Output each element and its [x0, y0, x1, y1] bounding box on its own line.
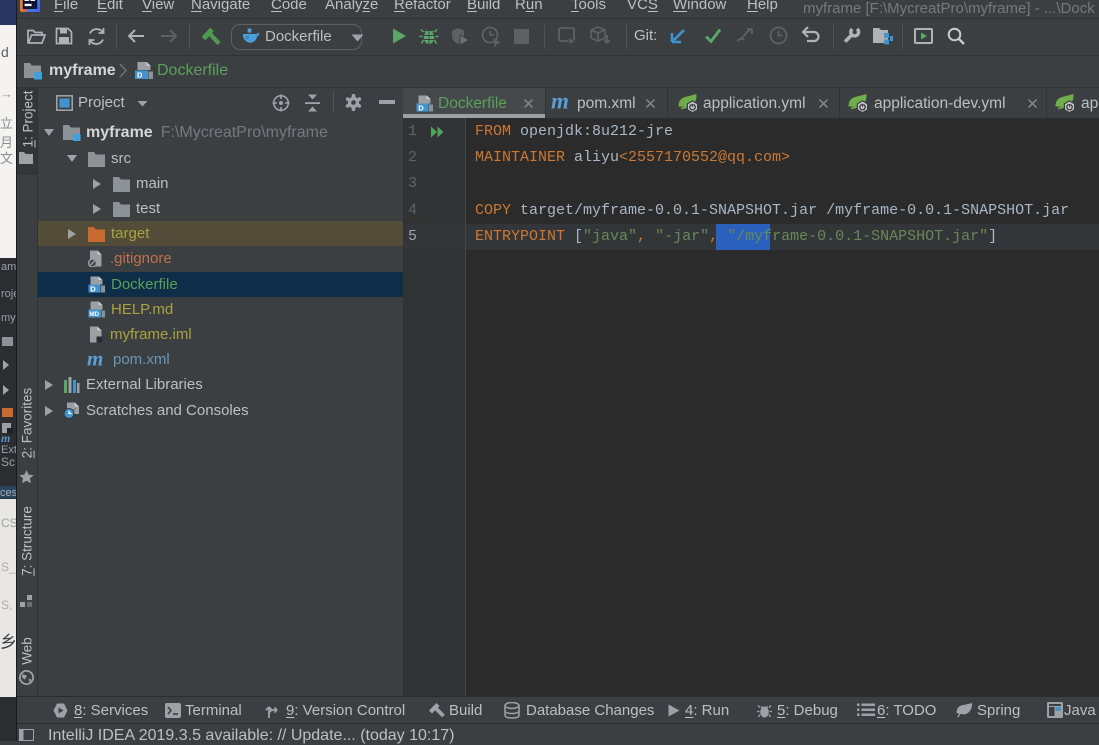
svg-text:m: m: [551, 93, 569, 112]
svg-text:D: D: [418, 103, 424, 112]
svg-text:m: m: [87, 352, 103, 368]
svg-text:D: D: [90, 284, 96, 293]
svg-text:D: D: [137, 71, 143, 79]
svg-text:MD: MD: [89, 311, 99, 318]
